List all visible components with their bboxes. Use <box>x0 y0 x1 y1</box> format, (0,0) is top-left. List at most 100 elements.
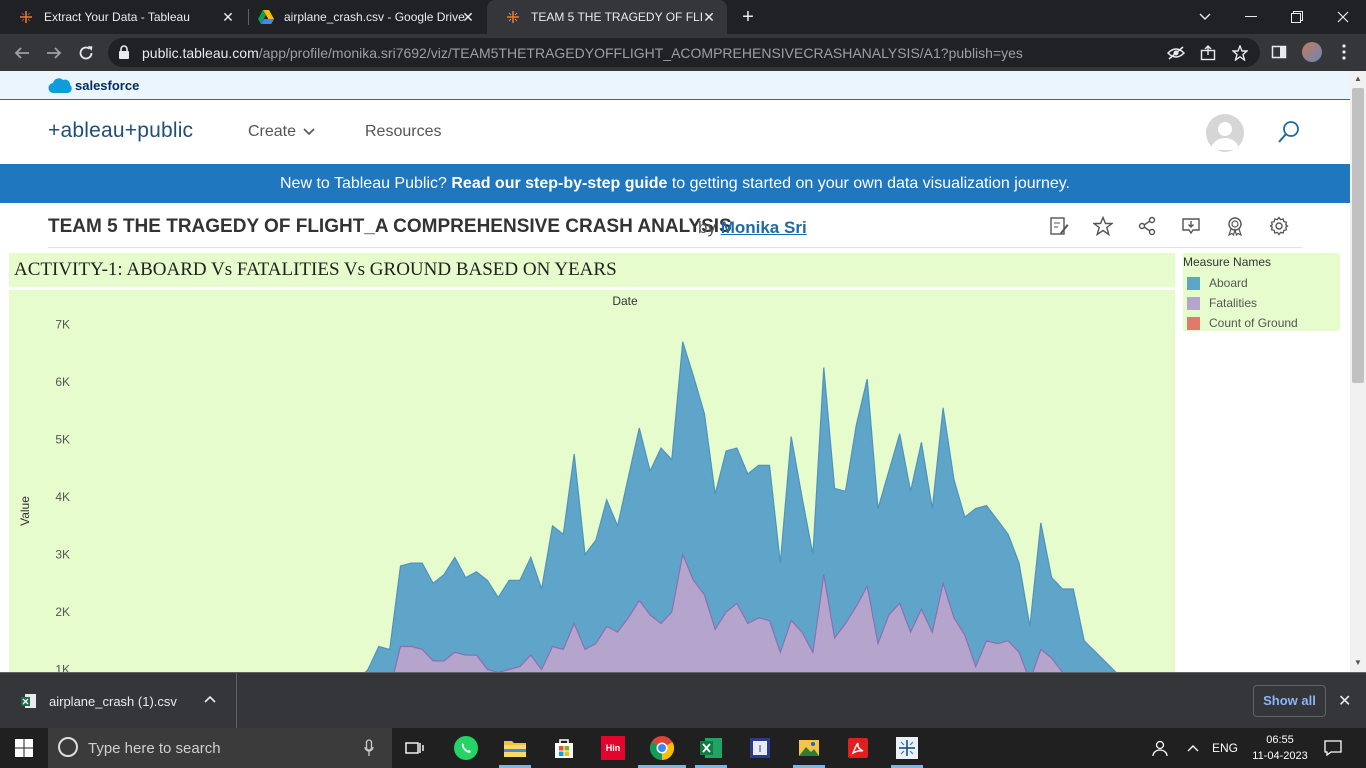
browser-toolbar: public.tableau.com/app/profile/monika.sr… <box>0 34 1366 71</box>
tab-google-drive[interactable]: airplane_crash.csv - Google Drive ✕ <box>240 0 486 34</box>
area-series-aboard[interactable] <box>75 341 1171 672</box>
y-tick-label: 3K <box>55 548 70 562</box>
salesforce-cloud-icon[interactable] <box>48 77 72 99</box>
hindi-keyboard-app-icon[interactable]: Hin <box>597 732 629 764</box>
tab-title: TEAM 5 THE TRAGEDY OF FLIGHT <box>531 10 703 24</box>
tableau-public-logo[interactable]: +ableau+public <box>48 119 193 143</box>
tableau-app-icon[interactable] <box>891 732 923 764</box>
file-explorer-icon[interactable] <box>499 732 531 764</box>
start-windows-icon[interactable] <box>0 728 48 768</box>
web-page: salesforce +ableau+public Create Resourc… <box>0 71 1350 672</box>
user-avatar[interactable] <box>1206 114 1244 152</box>
edit-viz-icon[interactable] <box>1048 215 1070 237</box>
viz-title: TEAM 5 THE TRAGEDY OF FLIGHT_A COMPREHEN… <box>48 216 732 237</box>
close-tab-icon[interactable]: ✕ <box>460 9 476 25</box>
profile-avatar-icon[interactable] <box>1302 42 1322 62</box>
close-tab-icon[interactable]: ✕ <box>701 9 717 25</box>
site-header: +ableau+public Create Resources <box>0 100 1350 164</box>
chart-column-header: Date <box>612 294 638 308</box>
hindi-app-label: Hin <box>601 736 625 760</box>
scroll-up-icon[interactable]: ▲ <box>1354 74 1362 83</box>
close-tab-icon[interactable]: ✕ <box>220 9 236 25</box>
close-window-icon[interactable] <box>1320 0 1366 34</box>
ide-app-icon[interactable]: I <box>744 732 776 764</box>
lock-icon[interactable] <box>118 45 130 64</box>
tray-chevron-up-icon[interactable] <box>1187 728 1199 768</box>
legend-item-aboard[interactable]: Aboard <box>1187 275 1248 291</box>
chevron-down-icon <box>303 128 316 136</box>
show-all-button[interactable]: Show all <box>1253 685 1326 717</box>
url-text[interactable]: public.tableau.com/app/profile/monika.sr… <box>142 45 1023 61</box>
excel-file-icon <box>21 693 37 714</box>
legend-item-count-of-ground[interactable]: Count of Ground <box>1187 315 1298 331</box>
tab-extract-your-data[interactable]: Extract Your Data - Tableau ✕ <box>0 0 246 34</box>
photos-app-icon[interactable] <box>793 732 825 764</box>
close-download-bar-icon[interactable]: ✕ <box>1338 691 1351 711</box>
side-panel-icon[interactable] <box>1269 42 1289 62</box>
dashboard-title: ACTIVITY-1: ABOARD Vs FATALITIES Vs GROU… <box>9 253 1175 287</box>
address-bar[interactable]: public.tableau.com/app/profile/monika.sr… <box>108 38 1260 67</box>
tableau-favicon-icon <box>18 9 34 25</box>
award-badge-icon[interactable] <box>1224 215 1246 237</box>
search-circle-icon <box>58 737 78 757</box>
y-tick-label: 2K <box>55 605 70 619</box>
banner-lead: New to Tableau Public? <box>279 175 452 192</box>
download-item[interactable]: airplane_crash (1).csv <box>0 673 237 729</box>
minimize-window-icon[interactable] <box>1228 0 1274 34</box>
banner-tail: to getting started on your own data visu… <box>667 175 1070 192</box>
by-label: by <box>698 218 716 237</box>
banner-guide-link[interactable]: Read our step-by-step guide <box>451 175 667 192</box>
windows-taskbar: Type here to search Hin I ENG 06:55 11-0… <box>0 728 1366 768</box>
system-clock[interactable]: 06:55 11-04-2023 <box>1250 732 1310 764</box>
salesforce-label[interactable]: salesforce <box>75 78 139 93</box>
clock-time: 06:55 <box>1266 734 1294 746</box>
tab-team5-tragedy[interactable]: TEAM 5 THE TRAGEDY OF FLIGHT ✕ <box>487 0 727 34</box>
download-bar: airplane_crash (1).csv Show all ✕ <box>0 672 1366 729</box>
area-chart-svg[interactable]: Date Value 1K 2K 3K 4K 5K 6K 7K <box>9 290 1175 672</box>
settings-gear-icon[interactable] <box>1268 215 1290 237</box>
kebab-menu-icon[interactable] <box>1334 42 1354 62</box>
legend-item-fatalities[interactable]: Fatalities <box>1187 295 1257 311</box>
chrome-icon[interactable] <box>646 732 678 764</box>
legend-label: Fatalities <box>1209 296 1258 310</box>
download-icon[interactable] <box>1180 215 1202 237</box>
new-tab-button[interactable]: + <box>737 6 759 28</box>
tab-search-chevron-icon[interactable] <box>1182 0 1228 34</box>
acrobat-icon[interactable] <box>842 732 874 764</box>
viz-header: TEAM 5 THE TRAGEDY OF FLIGHT_A COMPREHEN… <box>0 203 1350 248</box>
taskbar-search[interactable]: Type here to search <box>48 728 392 768</box>
header-divider <box>48 247 1302 248</box>
task-view-icon[interactable] <box>399 732 431 764</box>
author-link[interactable]: Monika Sri <box>721 218 807 237</box>
legend-swatch-aboard <box>1187 276 1200 290</box>
chevron-up-icon[interactable] <box>204 692 216 706</box>
forward-arrow-icon[interactable] <box>42 41 66 65</box>
reload-icon[interactable] <box>74 41 98 65</box>
notification-center-icon[interactable] <box>1324 728 1342 768</box>
scrollbar-thumb[interactable] <box>1352 88 1364 383</box>
nav-create[interactable]: Create <box>248 123 316 141</box>
people-icon[interactable] <box>1150 728 1168 768</box>
favorite-star-icon[interactable] <box>1092 215 1114 237</box>
share-icon[interactable] <box>1136 215 1158 237</box>
restore-window-icon[interactable] <box>1274 0 1320 34</box>
excel-icon[interactable] <box>695 732 727 764</box>
language-indicator[interactable]: ENG <box>1212 728 1238 768</box>
back-arrow-icon[interactable] <box>10 41 34 65</box>
chart-legend[interactable]: Measure Names Aboard Fatalities Count of… <box>1183 253 1340 331</box>
whatsapp-icon[interactable] <box>450 732 482 764</box>
legend-title: Measure Names <box>1183 255 1272 269</box>
legend-swatch-fatalities <box>1187 296 1200 310</box>
bookmark-star-icon[interactable] <box>1231 44 1249 62</box>
area-chart[interactable]: Date Value 1K 2K 3K 4K 5K 6K 7K <box>9 290 1175 672</box>
tab-title: airplane_crash.csv - Google Drive <box>284 10 465 24</box>
microphone-icon[interactable] <box>364 739 374 762</box>
microsoft-store-icon[interactable] <box>548 732 580 764</box>
eye-slash-icon[interactable] <box>1167 44 1185 62</box>
nav-resources[interactable]: Resources <box>365 123 441 141</box>
page-scrollbar[interactable]: ▲ ▼ <box>1350 71 1366 672</box>
url-path: /app/profile/monika.sri7692/viz/TEAM5THE… <box>258 45 1023 61</box>
share-icon[interactable] <box>1199 44 1217 62</box>
search-icon[interactable] <box>1277 120 1301 149</box>
scroll-down-icon[interactable]: ▼ <box>1354 658 1362 667</box>
